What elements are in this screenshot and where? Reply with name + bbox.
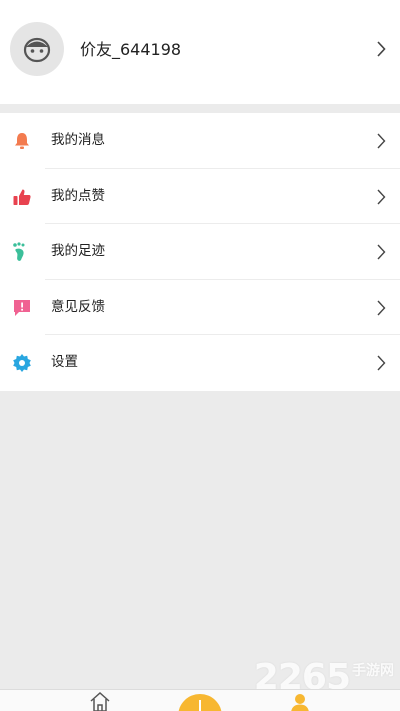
chevron-right-icon [377,189,386,204]
username: 价友_644198 [80,40,182,59]
menu-item-feedback[interactable]: 意见反馈 [0,280,400,335]
avatar-face-icon [23,37,51,63]
avatar[interactable] [10,22,64,76]
menu-item-footprints[interactable]: 我的足迹 [0,224,400,280]
menu-item-label: 意见反馈 [51,298,105,315]
thumbs-up-icon [13,189,31,205]
chevron-right-icon [377,244,386,260]
footprint-icon [13,242,25,261]
menu-item-label: 设置 [51,354,78,370]
menu-item-label: 我的消息 [51,132,105,148]
settings-gear-icon [13,354,31,372]
tab-mine[interactable] [288,690,312,711]
bottom-tab-bar [0,689,400,711]
menu-item-label: 我的点赞 [51,187,105,204]
bell-icon [15,133,29,149]
tab-home[interactable] [88,690,112,711]
add-post-icon [199,700,201,711]
chevron-right-icon [377,41,386,57]
chevron-right-icon [377,133,386,149]
watermark-site: 手游网 [352,663,394,679]
menu-list: 我的消息 我的点赞 我的足迹 意见反馈 设置 [0,113,400,391]
tab-add-post[interactable] [178,694,222,711]
menu-item-settings[interactable]: 设置 [0,335,400,391]
menu-item-likes[interactable]: 我的点赞 [0,169,400,224]
feedback-icon [14,299,30,316]
user-icon [291,694,309,711]
profile-header[interactable]: 价友_644198 [0,0,400,104]
home-icon [90,691,110,711]
menu-item-label: 我的足迹 [51,243,105,259]
menu-item-messages[interactable]: 我的消息 [0,113,400,169]
chevron-right-icon [377,300,386,315]
chevron-right-icon [377,355,386,371]
